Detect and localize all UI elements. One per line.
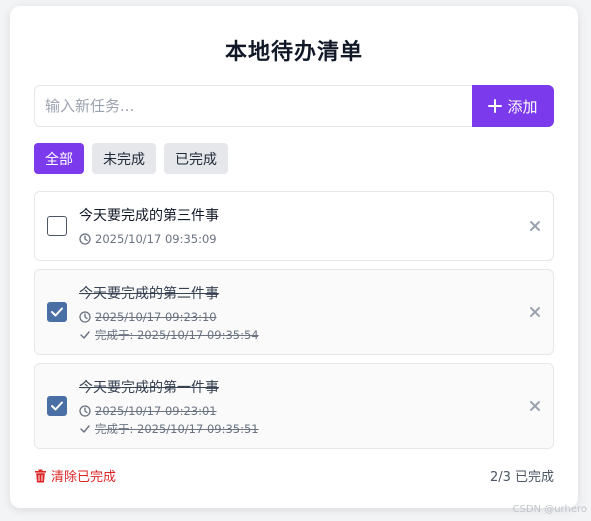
delete-task-icon[interactable] bbox=[527, 398, 543, 414]
task-created-time: 2025/10/17 09:35:09 bbox=[95, 232, 217, 246]
task-completed-time: 完成于: 2025/10/17 09:35:51 bbox=[95, 422, 259, 436]
filter-completed-button[interactable]: 已完成 bbox=[164, 143, 228, 174]
clear-completed-button[interactable]: 清除已完成 bbox=[34, 466, 116, 485]
delete-task-icon[interactable] bbox=[527, 304, 543, 320]
watermark: CSDN @urhero bbox=[512, 504, 587, 515]
completion-count: 2/3 已完成 bbox=[489, 470, 554, 485]
task-completed-meta: 完成于: 2025/10/17 09:35:51 bbox=[79, 421, 259, 437]
check-icon bbox=[51, 401, 63, 411]
todo-card: 本地待办清单 添加 全部 未完成 已完成 今天要完成的第三件事 2025/10/… bbox=[10, 6, 578, 508]
task-created-meta: 2025/10/17 09:35:09 bbox=[79, 232, 217, 246]
add-button[interactable]: 添加 bbox=[472, 85, 554, 127]
add-button-label: 添加 bbox=[507, 97, 538, 116]
check-icon bbox=[51, 307, 63, 317]
clear-completed-label: 清除已完成 bbox=[51, 470, 117, 485]
add-task-row: 添加 bbox=[34, 85, 554, 127]
clock-icon bbox=[79, 233, 91, 245]
task-text: 今天要完成的第一件事 bbox=[79, 380, 219, 396]
task-created-time: 2025/10/17 09:23:01 bbox=[95, 404, 217, 418]
task-completed-meta: 完成于: 2025/10/17 09:35:54 bbox=[79, 327, 259, 343]
task-item: 今天要完成的第二件事 2025/10/17 09:23:10 完成于: 2025… bbox=[34, 269, 554, 355]
task-checkbox[interactable] bbox=[47, 302, 67, 322]
task-text: 今天要完成的第三件事 bbox=[79, 208, 219, 224]
filter-all-button[interactable]: 全部 bbox=[34, 143, 84, 174]
clock-icon bbox=[79, 405, 91, 417]
checkmark-icon bbox=[80, 331, 90, 339]
filter-active-button[interactable]: 未完成 bbox=[92, 143, 156, 174]
filter-bar: 全部 未完成 已完成 bbox=[34, 143, 228, 174]
trash-icon bbox=[35, 469, 46, 482]
task-created-meta: 2025/10/17 09:23:01 bbox=[79, 404, 217, 418]
task-item: 今天要完成的第三件事 2025/10/17 09:35:09 bbox=[34, 191, 554, 261]
plus-icon bbox=[488, 99, 503, 113]
task-created-time: 2025/10/17 09:23:10 bbox=[95, 310, 217, 324]
task-created-meta: 2025/10/17 09:23:10 bbox=[79, 310, 217, 324]
task-item: 今天要完成的第一件事 2025/10/17 09:23:01 完成于: 2025… bbox=[34, 363, 554, 449]
task-checkbox[interactable] bbox=[47, 396, 67, 416]
page-title: 本地待办清单 bbox=[224, 40, 363, 65]
task-checkbox[interactable] bbox=[47, 216, 67, 236]
clock-icon bbox=[79, 311, 91, 323]
checkmark-icon bbox=[80, 425, 90, 433]
task-completed-time: 完成于: 2025/10/17 09:35:54 bbox=[95, 328, 259, 342]
task-text: 今天要完成的第二件事 bbox=[79, 286, 219, 302]
delete-task-icon[interactable] bbox=[527, 218, 543, 234]
new-task-input[interactable] bbox=[34, 85, 472, 127]
